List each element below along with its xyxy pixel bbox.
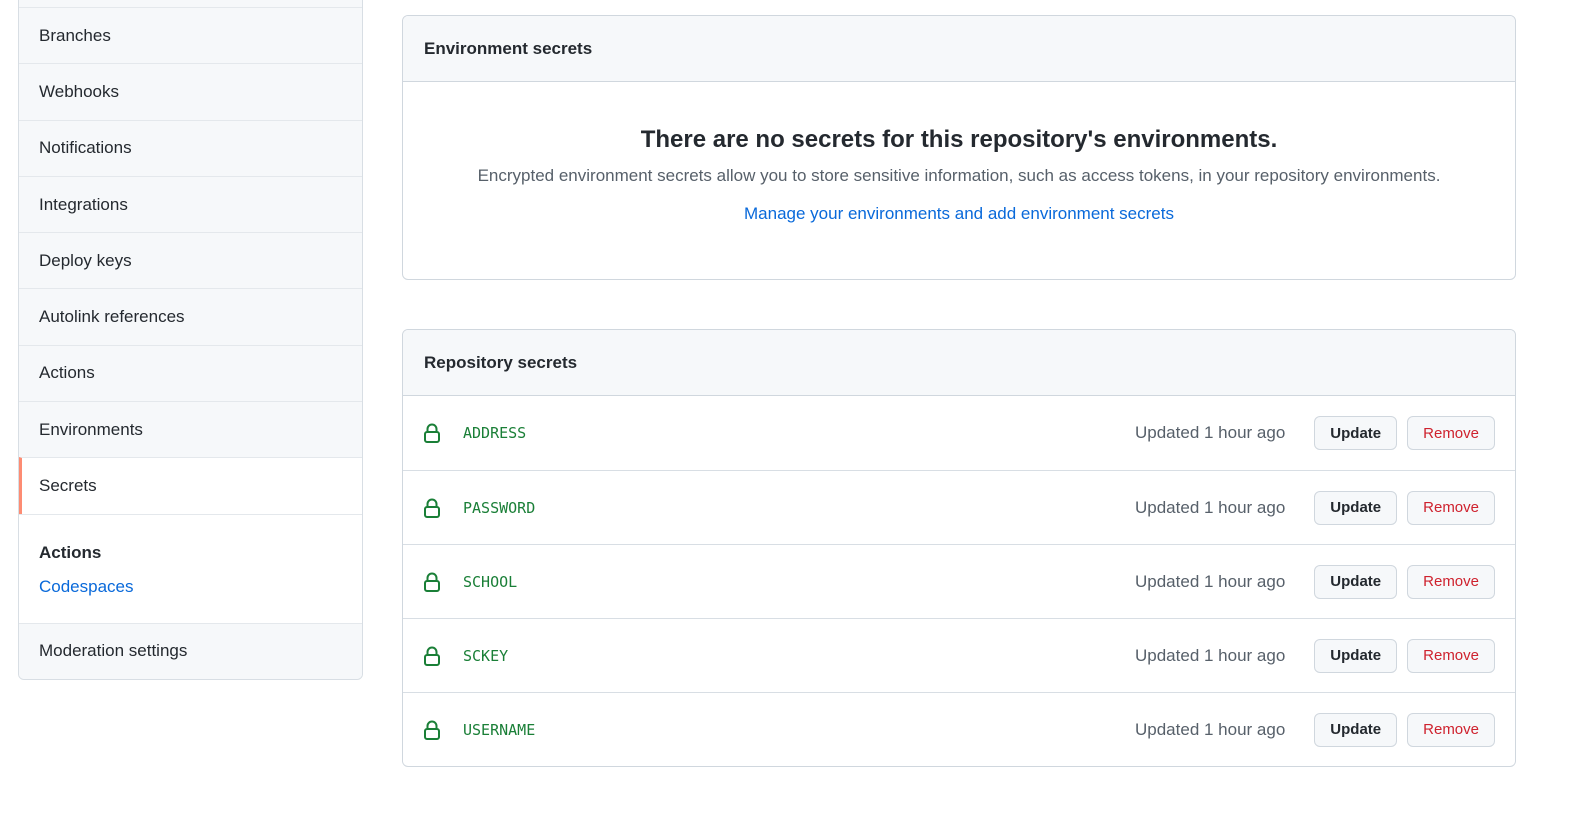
lock-icon (424, 720, 440, 740)
remove-button[interactable]: Remove (1407, 564, 1495, 599)
secret-updated: Updated 1 hour ago (1135, 571, 1286, 591)
panel-title: Repository secrets (403, 330, 1515, 396)
secret-row: SCKEY Updated 1 hour ago Update Remove (403, 618, 1515, 692)
lock-icon (424, 423, 440, 443)
secret-updated: Updated 1 hour ago (1135, 497, 1286, 517)
sidebar-item-environments[interactable]: Environments (19, 401, 362, 458)
sidebar-item-deploy-keys[interactable]: Deploy keys (19, 232, 362, 289)
lock-icon (424, 646, 440, 666)
secret-updated: Updated 1 hour ago (1135, 423, 1286, 442)
secrets-subsection: Actions Codespaces (19, 513, 362, 623)
panel-title: Environment secrets (403, 16, 1515, 82)
sidebar-item-branches[interactable]: Branches (19, 7, 362, 64)
sidebar-item-integrations[interactable]: Integrations (19, 175, 362, 233)
lock-icon (424, 572, 440, 592)
secret-name: USERNAME (463, 720, 536, 739)
secret-row: SCHOOL Updated 1 hour ago Update Remove (403, 544, 1515, 618)
secret-updated: Updated 1 hour ago (1135, 645, 1286, 665)
sidebar-item-top (19, 0, 362, 7)
lock-icon (424, 498, 440, 518)
sidebar-item-secrets[interactable]: Secrets (19, 457, 362, 514)
update-button[interactable]: Update (1314, 564, 1398, 599)
sidebar-item-notifications[interactable]: Notifications (19, 119, 362, 176)
update-button[interactable]: Update (1314, 416, 1398, 450)
sidebar-link-codespaces[interactable]: Codespaces (39, 577, 342, 597)
update-button[interactable]: Update (1314, 490, 1398, 525)
blankslate: There are no secrets for this repository… (403, 82, 1515, 279)
secret-name: SCKEY (463, 646, 509, 665)
remove-button[interactable]: Remove (1407, 490, 1495, 525)
sidebar-item-actions[interactable]: Actions (19, 344, 362, 402)
secret-name: PASSWORD (463, 498, 536, 517)
update-button[interactable]: Update (1314, 638, 1398, 673)
remove-button[interactable]: Remove (1407, 638, 1495, 673)
secret-updated: Updated 1 hour ago (1135, 719, 1286, 739)
sidebar-item-autolink-references[interactable]: Autolink references (19, 288, 362, 345)
update-button[interactable]: Update (1314, 712, 1398, 747)
blankslate-description: Encrypted environment secrets allow you … (477, 166, 1441, 185)
sidebar-item-moderation-settings[interactable]: Moderation settings (19, 622, 362, 679)
blankslate-heading: There are no secrets for this repository… (640, 126, 1278, 153)
secret-row: ADDRESS Updated 1 hour ago Update Remove (403, 396, 1515, 470)
secret-row: PASSWORD Updated 1 hour ago Update Remov… (403, 470, 1515, 544)
manage-environments-link[interactable]: Manage your environments and add environ… (744, 204, 1174, 223)
sidebar-item-webhooks[interactable]: Webhooks (19, 63, 362, 120)
remove-button[interactable]: Remove (1407, 416, 1495, 450)
subsection-title: Actions (39, 542, 102, 562)
remove-button[interactable]: Remove (1407, 712, 1495, 747)
settings-sidebar: Branches Webhooks Notifications Integrat… (18, 0, 363, 680)
repository-secrets-panel: Repository secrets ADDRESS Updated 1 hou… (402, 329, 1516, 767)
secret-name: ADDRESS (463, 424, 527, 442)
secret-name: SCHOOL (463, 572, 518, 591)
secret-row: USERNAME Updated 1 hour ago Update Remov… (403, 692, 1515, 766)
environment-secrets-panel: Environment secrets There are no secrets… (402, 15, 1516, 280)
